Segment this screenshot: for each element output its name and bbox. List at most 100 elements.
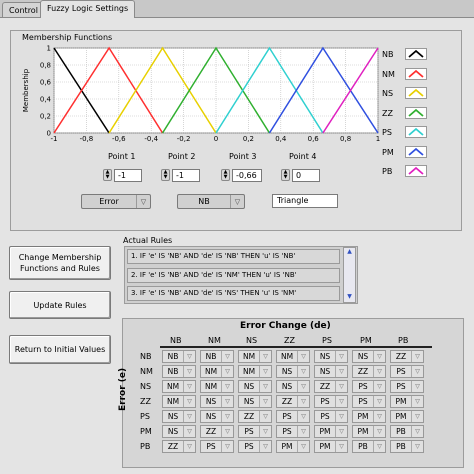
rule-cell[interactable]: NM ▽	[200, 365, 234, 378]
x-tick-label: 1	[376, 135, 380, 142]
rule-cell[interactable]: NS ▽	[162, 410, 196, 423]
rule-cell[interactable]: NS ▽	[314, 350, 348, 363]
point1-input[interactable]: -1	[114, 168, 142, 182]
rule-cell[interactable]: ZZ ▽	[314, 380, 348, 393]
rule-cell[interactable]: PS ▽	[276, 425, 310, 438]
rule-cell[interactable]: PS ▽	[314, 410, 348, 423]
col-header-ps: PS	[322, 336, 332, 345]
rule-cell-value: ZZ	[395, 352, 407, 361]
rule-cell[interactable]: NS ▽	[200, 395, 234, 408]
shape-field[interactable]: Triangle	[272, 194, 338, 208]
rule-cell[interactable]: PS ▽	[200, 440, 234, 453]
chevron-down-icon: ▽	[297, 426, 309, 437]
rule-cell[interactable]: NS ▽	[238, 380, 272, 393]
rule-cell[interactable]: PM ▽	[390, 395, 424, 408]
rule-cell[interactable]: PB ▽	[352, 440, 386, 453]
rule-cell[interactable]: PM ▽	[352, 410, 386, 423]
tab-fuzzy-logic-settings[interactable]: Fuzzy Logic Settings	[40, 0, 136, 18]
rule-item[interactable]: 3. IF 'e' IS 'NB' AND 'de' IS 'NS' THEN …	[127, 286, 340, 301]
rule-cell[interactable]: NS ▽	[238, 395, 272, 408]
rule-cell[interactable]: NM ▽	[276, 350, 310, 363]
rule-cell[interactable]: ZZ ▽	[390, 350, 424, 363]
rule-cell-value: NM	[166, 382, 180, 391]
rule-cell[interactable]: PB ▽	[390, 425, 424, 438]
rules-scrollbar[interactable]: ▲ ▼	[343, 247, 356, 303]
membership-chart: -1 -0,8 -0,6 -0,4 -0,2 0 0,2 0,4 0,6 0,8 1 1 0,8 0,6 0…	[22, 45, 380, 143]
rule-cell[interactable]: PS ▽	[238, 440, 272, 453]
table-divider	[160, 346, 432, 348]
rule-cell[interactable]: NM ▽	[238, 365, 272, 378]
rule-cell[interactable]: PS ▽	[238, 425, 272, 438]
update-rules-button[interactable]: Update Rules	[9, 291, 111, 319]
rule-cell[interactable]: ZZ ▽	[352, 365, 386, 378]
chevron-down-icon: ▽	[373, 396, 385, 407]
legend-swatch-nm[interactable]	[405, 67, 427, 80]
rule-cell[interactable]: PM ▽	[314, 425, 348, 438]
rule-cell[interactable]: NS ▽	[162, 425, 196, 438]
rule-cell[interactable]: ZZ ▽	[276, 395, 310, 408]
tab-control[interactable]: Control	[2, 2, 45, 18]
rule-cell[interactable]: NM ▽	[162, 380, 196, 393]
legend-swatch-ps[interactable]	[405, 126, 427, 138]
rule-cell-value: NM	[242, 352, 256, 361]
rule-cell[interactable]: PS ▽	[352, 395, 386, 408]
rule-cell[interactable]: NS ▽	[200, 410, 234, 423]
x-tick-label: 0,6	[308, 135, 320, 142]
scroll-up-icon[interactable]: ▲	[344, 248, 355, 257]
point4-spinner[interactable]: ▲ ▼	[281, 169, 290, 181]
rule-cell[interactable]: PM ▽	[352, 425, 386, 438]
rule-cell[interactable]: ZZ ▽	[162, 440, 196, 453]
chevron-down-icon: ▽	[373, 351, 385, 362]
point1-spinner[interactable]: ▲ ▼	[103, 169, 112, 181]
rule-cell[interactable]: PS ▽	[390, 380, 424, 393]
variable-selector[interactable]: Error ▽	[81, 194, 151, 209]
point2-spinner[interactable]: ▲ ▼	[161, 169, 170, 181]
legend-swatch-pm[interactable]	[405, 145, 427, 158]
rule-cell[interactable]: PS ▽	[314, 395, 348, 408]
rule-item[interactable]: 2. IF 'e' IS 'NB' AND 'de' IS 'NM' THEN …	[127, 268, 340, 283]
legend-swatch-pb[interactable]	[405, 165, 427, 177]
point2-input[interactable]: -1	[172, 168, 200, 182]
rule-cell[interactable]: PS ▽	[352, 380, 386, 393]
point3-spinner[interactable]: ▲ ▼	[221, 169, 230, 181]
rule-cell[interactable]: PM ▽	[276, 440, 310, 453]
rule-cell[interactable]: NB ▽	[200, 350, 234, 363]
set-selector[interactable]: NB ▽	[177, 194, 245, 209]
point2-control: ▲ ▼ -1	[161, 168, 200, 182]
rule-cell[interactable]: NS ▽	[352, 350, 386, 363]
rule-cell[interactable]: PM ▽	[390, 410, 424, 423]
legend-swatch-nb[interactable]	[405, 48, 427, 60]
scroll-down-icon[interactable]: ▼	[344, 293, 355, 302]
return-initial-values-button[interactable]: Return to Initial Values	[9, 335, 111, 364]
legend-label-ps: PS	[382, 128, 392, 137]
rule-item[interactable]: 1. IF 'e' IS 'NB' AND 'de' IS 'NB' THEN …	[127, 249, 340, 264]
rule-cell[interactable]: NS ▽	[314, 365, 348, 378]
rule-cell[interactable]: PM ▽	[314, 440, 348, 453]
rule-cell[interactable]: NM ▽	[162, 395, 196, 408]
rule-cell-value: PM	[395, 397, 407, 406]
rule-cell[interactable]: ZZ ▽	[200, 425, 234, 438]
point4-input[interactable]: 0	[292, 168, 320, 182]
rule-cell[interactable]: NB ▽	[162, 365, 196, 378]
change-mf-rules-button[interactable]: Change Membership Functions and Rules	[9, 246, 111, 280]
chevron-down-icon: ▽	[221, 426, 233, 437]
rule-cell[interactable]: NM ▽	[238, 350, 272, 363]
rule-cell[interactable]: ZZ ▽	[238, 410, 272, 423]
rule-cell[interactable]: PB ▽	[390, 440, 424, 453]
rule-cell[interactable]: PS ▽	[276, 410, 310, 423]
legend-swatch-zz[interactable]	[405, 106, 427, 119]
rule-cell[interactable]: NB ▽	[162, 350, 196, 363]
rule-cell[interactable]: NM ▽	[200, 380, 234, 393]
rule-cell[interactable]: PS ▽	[390, 365, 424, 378]
rule-cell-value: NS	[205, 397, 217, 406]
point3-input[interactable]: -0,66	[232, 168, 262, 182]
legend-swatch-ns[interactable]	[405, 87, 427, 99]
rule-cell-value: NS	[167, 412, 179, 421]
rule-cell[interactable]: NS ▽	[276, 365, 310, 378]
x-tick-label: 0,2	[243, 135, 254, 142]
rule-cell[interactable]: NS ▽	[276, 380, 310, 393]
rule-cell-value: NB	[167, 352, 179, 361]
row-header-pm: PM	[140, 427, 152, 436]
rule-cell-value: PM	[395, 412, 407, 421]
row-header-nb: NB	[140, 352, 152, 361]
